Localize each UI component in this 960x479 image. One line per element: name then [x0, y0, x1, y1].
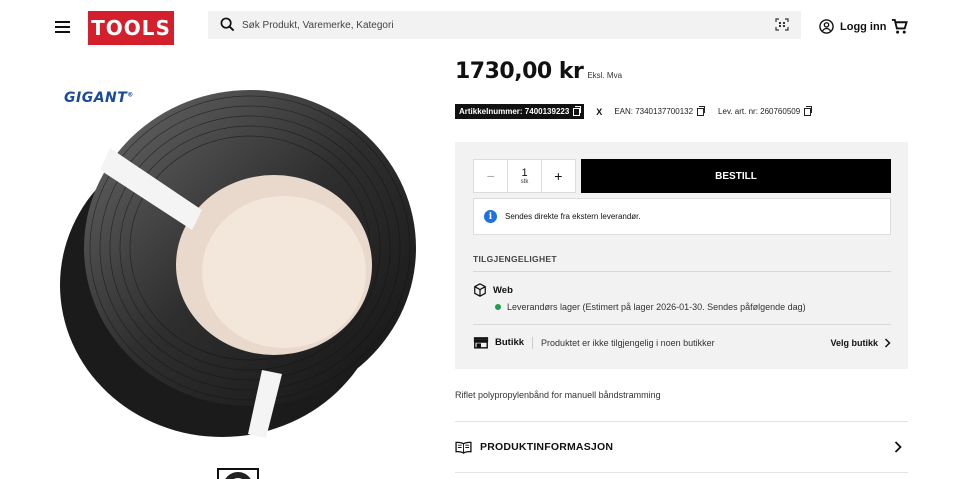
login-button[interactable]: Logg inn	[819, 19, 886, 34]
increase-quantity-button[interactable]: +	[542, 160, 575, 192]
copy-icon[interactable]	[804, 105, 813, 116]
product-info-title: PRODUKTINFORMASJON	[480, 441, 614, 453]
divider	[473, 324, 891, 325]
select-store-button[interactable]: Velg butikk	[830, 338, 891, 348]
store-message: Produktet er ikke tilgjengelig i noen bu…	[541, 337, 715, 348]
quantity-value: 1	[521, 167, 528, 179]
product-description: Riflet polypropylenbånd for manuell bånd…	[455, 390, 661, 400]
search-input[interactable]	[242, 16, 762, 34]
availability-title: TILGJENGELIGHET	[473, 254, 557, 264]
supplier-article-number[interactable]: Lev. art. nr: 260760509	[718, 105, 813, 116]
price: 1730,00 kr	[455, 59, 584, 84]
copy-icon[interactable]	[697, 105, 706, 116]
barcode-scan-icon[interactable]	[775, 18, 789, 31]
web-label: Web	[493, 284, 513, 296]
article-number-badge[interactable]: Artikkelnummer: 7400139223	[455, 104, 585, 119]
site-logo[interactable]: TOOLS	[88, 11, 174, 45]
search-bar[interactable]	[208, 11, 801, 39]
site-header: TOOLS Logg inn	[0, 0, 960, 56]
ean-code[interactable]: EAN: 7340137700132	[614, 105, 706, 116]
book-icon	[455, 441, 472, 454]
divider	[455, 421, 908, 422]
web-availability: Web	[473, 283, 513, 297]
store-label: Butikk	[495, 337, 525, 348]
store-availability: Butikk Produktet er ikke tilgjengelig i …	[473, 336, 891, 349]
thumbnail-image[interactable]	[217, 468, 259, 479]
price-block: 1730,00 kr Eksl. Mva	[455, 59, 622, 84]
info-icon: i	[484, 210, 497, 223]
quantity-unit: stk	[520, 179, 529, 185]
cart-icon[interactable]	[891, 18, 908, 35]
shipping-info-text: Sendes direkte fra ekstern leverandør.	[505, 212, 641, 221]
brand-logo: GIGANT®	[64, 90, 134, 106]
code-separator: X	[596, 106, 603, 117]
user-icon	[819, 19, 834, 34]
package-icon	[474, 283, 486, 297]
decrease-quantity-button[interactable]: −	[474, 160, 507, 192]
divider	[532, 336, 534, 349]
product-codes: Artikkelnummer: 7400139223 X EAN: 734013…	[455, 104, 813, 119]
web-stock-status: Leverandørs lager (Estimert på lager 202…	[495, 302, 806, 312]
chevron-right-icon	[894, 441, 902, 453]
quantity-stepper[interactable]: − 1 stk +	[473, 159, 576, 193]
product-image	[60, 90, 416, 438]
product-info-accordion[interactable]: PRODUKTINFORMASJON	[455, 432, 908, 462]
order-button[interactable]: BESTILL	[581, 159, 891, 193]
order-panel: − 1 stk + BESTILL i Sendes direkte fra e…	[455, 142, 908, 369]
web-stock-text: Leverandørs lager (Estimert på lager 202…	[507, 302, 806, 312]
login-label: Logg inn	[840, 20, 887, 33]
chevron-right-icon	[884, 337, 891, 348]
copy-icon[interactable]	[573, 105, 582, 116]
vat-note: Eksl. Mva	[587, 71, 623, 80]
divider	[455, 472, 908, 473]
divider	[473, 271, 891, 272]
in-stock-dot-icon	[495, 304, 501, 310]
search-icon[interactable]	[220, 17, 235, 32]
quantity-input[interactable]: 1 stk	[507, 160, 542, 192]
store-icon	[473, 337, 489, 349]
hamburger-menu-icon[interactable]	[54, 19, 72, 35]
shipping-info-box: i Sendes direkte fra ekstern leverandør.	[473, 198, 891, 235]
